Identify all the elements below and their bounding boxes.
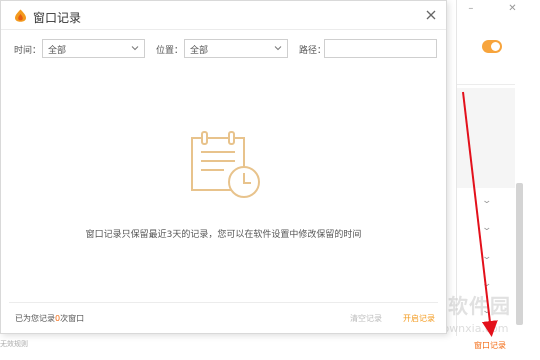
chevron-down-icon[interactable]: ⌄ (481, 252, 492, 262)
footer-divider (9, 302, 438, 303)
chevron-down-icon (274, 46, 282, 51)
empty-state-message: 窗口记录只保留最近3天的记录，您可以在软件设置中修改保留的时间 (85, 230, 362, 240)
background-footer-text: 无效规则 (0, 340, 28, 348)
background-minimize-icon[interactable]: – (468, 4, 473, 14)
recorded-prefix: 已为您记录 (15, 314, 55, 323)
open-records-button[interactable]: 开启记录 (403, 313, 435, 324)
path-filter-label: 路径： (299, 46, 327, 56)
close-icon[interactable] (424, 8, 438, 22)
background-separator (457, 84, 515, 85)
time-filter-value: 全部 (48, 46, 67, 56)
background-toggle-switch[interactable] (482, 40, 502, 53)
app-logo-icon (15, 9, 26, 22)
window-record-link[interactable]: 窗口记录 (474, 340, 506, 351)
clear-records-button[interactable]: 清空记录 (350, 313, 382, 324)
chevron-down-icon[interactable]: ⌄ (481, 223, 492, 233)
chevron-down-icon (131, 46, 139, 51)
background-window-controls: – ✕ (445, 0, 540, 18)
window-record-dialog: 窗口记录 时间： 全部 位置： 全部 路径： 窗口记录只保留最近3天的记录，您可… (0, 0, 447, 334)
dialog-titlebar: 窗口记录 (1, 1, 446, 30)
recorded-suffix: 次窗口 (60, 314, 85, 323)
calendar-clock-icon (191, 131, 260, 198)
location-filter-value: 全部 (190, 46, 209, 56)
location-filter-label: 位置： (156, 46, 184, 56)
recorded-count-text: 已为您记录0次窗口 (15, 313, 84, 324)
path-filter-input[interactable] (324, 39, 437, 58)
background-close-icon[interactable]: ✕ (508, 4, 516, 14)
dialog-title: 窗口记录 (33, 11, 82, 25)
time-filter-select[interactable]: 全部 (42, 39, 145, 58)
chevron-down-icon[interactable]: ⌄ (481, 196, 492, 206)
background-section (457, 88, 515, 188)
time-filter-label: 时间： (14, 46, 42, 56)
location-filter-select[interactable]: 全部 (184, 39, 288, 58)
